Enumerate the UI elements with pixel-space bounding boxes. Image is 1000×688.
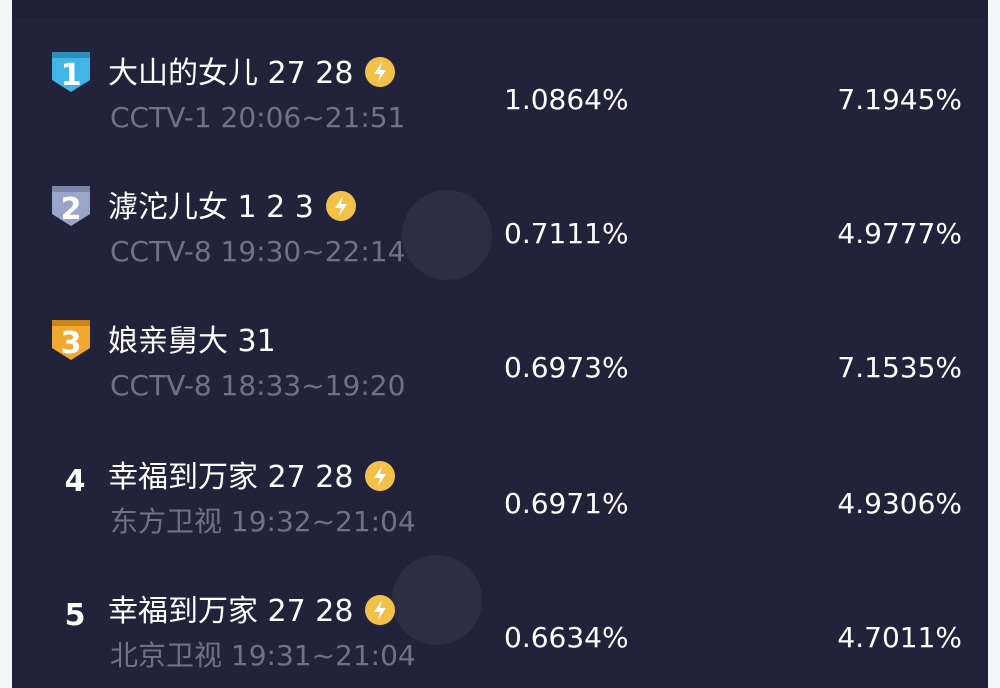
show-title: 幸福到万家 27 28 xyxy=(108,458,396,498)
share-percent: 4.9777% xyxy=(837,217,962,250)
channel-time: 东方卫视 19:32~21:04 xyxy=(110,505,416,538)
show-title-text: 大山的女儿 27 28 xyxy=(108,56,354,91)
share-percent: 4.7011% xyxy=(837,621,962,654)
show-title: 滹沱儿女 1 2 3 xyxy=(108,188,356,228)
show-title: 娘亲舅大 31 xyxy=(108,322,276,362)
rank-number: 2 xyxy=(60,192,82,227)
rank-number: 5 xyxy=(64,598,86,633)
channel-time: CCTV-1 20:06~21:51 xyxy=(110,101,406,134)
channel-time: CCTV-8 18:33~19:20 xyxy=(110,369,406,402)
ranking-row-1[interactable]: 1 大山的女儿 27 28 CCTV-1 20:06~21:51 1.0864%… xyxy=(12,36,988,170)
channel-time: CCTV-8 19:30~22:14 xyxy=(110,235,406,268)
rank-number: 1 xyxy=(60,58,82,93)
rating-percent: 0.6634% xyxy=(504,621,629,654)
rank-number: 4 xyxy=(64,464,86,499)
channel-time: 北京卫视 19:31~21:04 xyxy=(110,639,416,672)
show-title-text: 娘亲舅大 31 xyxy=(108,324,276,359)
ranking-row-3[interactable]: 3 娘亲舅大 31 CCTV-8 18:33~19:20 0.6973% 7.1… xyxy=(12,304,988,438)
show-title: 幸福到万家 27 28 xyxy=(108,592,396,632)
rating-percent: 0.7111% xyxy=(504,217,629,250)
top-divider xyxy=(12,0,988,18)
show-title: 大山的女儿 27 28 xyxy=(108,54,396,94)
share-percent: 7.1535% xyxy=(837,351,962,384)
rating-percent: 0.6973% xyxy=(504,351,629,384)
ratings-list-panel: 1 大山的女儿 27 28 CCTV-1 20:06~21:51 1.0864%… xyxy=(12,0,988,688)
ranking-row-5[interactable]: 5 幸福到万家 27 28 北京卫视 19:31~21:04 0.6634% 4… xyxy=(12,574,988,688)
rating-percent: 0.6971% xyxy=(504,487,629,520)
rating-percent: 1.0864% xyxy=(504,83,629,116)
share-percent: 7.1945% xyxy=(837,83,962,116)
rank-number: 3 xyxy=(60,326,82,361)
ranking-row-4[interactable]: 4 幸福到万家 27 28 东方卫视 19:32~21:04 0.6971% 4… xyxy=(12,440,988,574)
show-title-text: 滹沱儿女 1 2 3 xyxy=(108,190,314,225)
show-title-text: 幸福到万家 27 28 xyxy=(108,460,354,495)
lightning-icon xyxy=(365,460,396,491)
lightning-icon xyxy=(365,594,396,625)
lightning-icon xyxy=(365,56,396,87)
share-percent: 4.9306% xyxy=(837,487,962,520)
lightning-icon xyxy=(325,190,356,221)
show-title-text: 幸福到万家 27 28 xyxy=(108,594,354,629)
ranking-row-2[interactable]: 2 滹沱儿女 1 2 3 CCTV-8 19:30~22:14 0.7111% … xyxy=(12,170,988,304)
